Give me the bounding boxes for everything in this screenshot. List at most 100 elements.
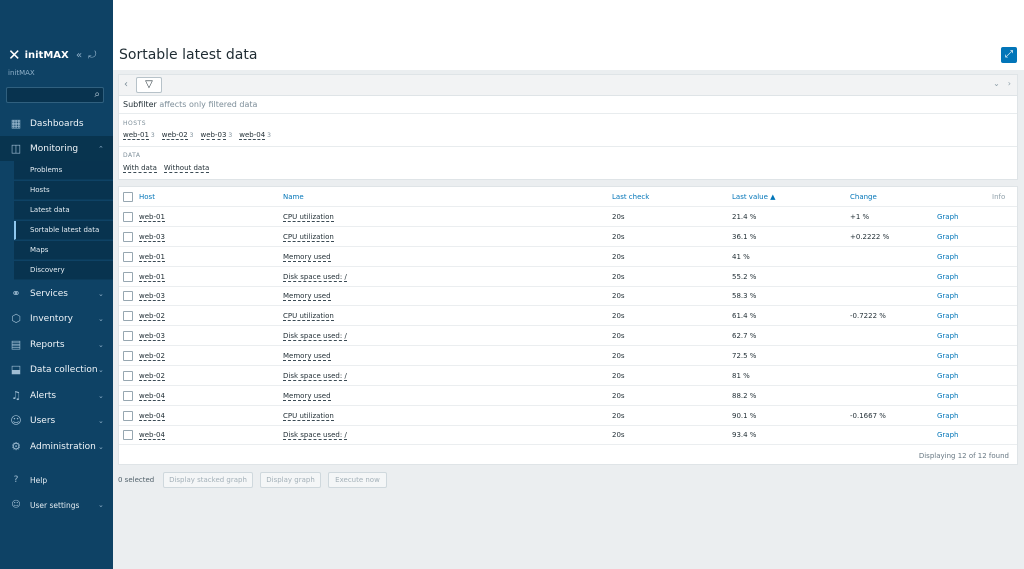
submenu-maps[interactable]: Maps [14, 241, 113, 260]
nav-dashboards[interactable]: ▦ Dashboards [0, 111, 113, 136]
subfilter-host-web-04[interactable]: web-04 3 [239, 131, 271, 140]
last-value-column-header[interactable]: Last value ▲ [732, 193, 776, 201]
last-check-column-header[interactable]: Last check [612, 193, 649, 201]
help-icon: ? [13, 475, 19, 485]
graph-link[interactable]: Graph [937, 392, 958, 400]
nav-user-settings[interactable]: ☺ User settings ⌄ [0, 496, 113, 514]
row-checkbox[interactable] [123, 390, 133, 401]
nav-users[interactable]: ☺ Users ⌄ [0, 408, 113, 433]
item-name-link[interactable]: Memory used [283, 253, 331, 262]
item-name-link[interactable]: Memory used [283, 292, 331, 302]
subfilter-data-with-data[interactable]: With data [123, 164, 157, 173]
execute-now-button[interactable]: Execute now [328, 472, 387, 488]
next-tab-icon[interactable]: › [1008, 79, 1011, 88]
host-link[interactable]: web-02 [139, 352, 165, 361]
subfilter-host-web-03[interactable]: web-03 3 [200, 131, 232, 140]
host-link[interactable]: web-04 [139, 392, 165, 401]
item-name-link[interactable]: CPU utilization [283, 213, 334, 222]
submenu-problems[interactable]: Problems [14, 161, 113, 180]
graph-link[interactable]: Graph [937, 253, 958, 261]
item-name-link[interactable]: Disk space used: / [283, 372, 347, 381]
nav-inventory[interactable]: ⬡ Inventory ⌄ [0, 306, 113, 331]
graph-link[interactable]: Graph [937, 273, 958, 281]
table-row: web-02 Disk space used: / 20s 81 % Graph [119, 366, 1017, 386]
graph-link[interactable]: Graph [937, 352, 958, 360]
graph-link[interactable]: Graph [937, 292, 958, 300]
host-link[interactable]: web-03 [139, 233, 165, 242]
graph-link[interactable]: Graph [937, 412, 958, 420]
item-name-link[interactable]: Disk space used: / [283, 273, 347, 282]
nav-label: Reports [30, 339, 65, 350]
host-link[interactable]: web-03 [139, 292, 165, 302]
row-checkbox[interactable] [123, 370, 133, 381]
host-link[interactable]: web-04 [139, 412, 165, 421]
chevron-down-icon[interactable]: ⌄ [993, 79, 1000, 88]
row-checkbox[interactable] [123, 251, 133, 262]
name-column-header[interactable]: Name [283, 193, 304, 201]
row-checkbox[interactable] [123, 311, 133, 322]
brand[interactable]: ✕ initMAX [8, 48, 69, 63]
item-name-link[interactable]: CPU utilization [283, 412, 334, 421]
row-checkbox[interactable] [123, 271, 133, 282]
sidebar-search-input[interactable]: ⌕ [6, 87, 104, 103]
nav-administration[interactable]: ⚙ Administration ⌄ [0, 434, 113, 459]
host-link[interactable]: web-01 [139, 273, 165, 282]
host-column-header[interactable]: Host [139, 193, 155, 201]
submenu-sortable-latest-data[interactable]: Sortable latest data [14, 221, 113, 240]
chevron-down-icon: ⌄ [98, 365, 104, 374]
subfilter-data-without-data[interactable]: Without data [163, 164, 210, 173]
row-checkbox[interactable] [123, 291, 133, 302]
row-checkbox[interactable] [123, 430, 133, 441]
graph-link[interactable]: Graph [937, 372, 958, 380]
item-name-link[interactable]: CPU utilization [283, 233, 334, 242]
item-name-link[interactable]: Memory used [283, 352, 331, 361]
nav-services[interactable]: ⚭ Services ⌄ [0, 281, 113, 306]
fullscreen-button[interactable]: ⤢ [1001, 47, 1017, 63]
subfilter-host-web-01[interactable]: web-01 3 [123, 131, 155, 140]
item-name-link[interactable]: Memory used [283, 392, 331, 401]
nav-monitoring[interactable]: ◫ Monitoring ⌃ [0, 136, 113, 161]
row-checkbox[interactable] [123, 331, 133, 342]
graph-link[interactable]: Graph [937, 312, 958, 320]
graph-link[interactable]: Graph [937, 233, 958, 241]
item-name-link[interactable]: CPU utilization [283, 312, 334, 322]
last-value-cell: 93.4 % [732, 431, 757, 440]
nav-label: User settings [30, 500, 80, 510]
nav-alerts[interactable]: ♫ Alerts ⌄ [0, 383, 113, 408]
subfilter-host-web-02[interactable]: web-02 3 [161, 131, 194, 140]
collapse-sidebar-icon[interactable]: « [76, 50, 82, 61]
host-link[interactable]: web-01 [139, 213, 165, 222]
item-name-link[interactable]: Disk space used: / [283, 332, 347, 342]
previous-tab-icon[interactable]: ‹ [124, 79, 128, 90]
display-stacked-graph-button[interactable]: Display stacked graph [163, 472, 253, 488]
host-link[interactable]: web-01 [139, 253, 165, 262]
graph-link[interactable]: Graph [937, 332, 958, 340]
search-icon[interactable]: ⌕ [94, 89, 100, 100]
display-graph-button[interactable]: Display graph [260, 472, 321, 488]
nav-reports[interactable]: ▤ Reports ⌄ [0, 332, 113, 357]
row-checkbox[interactable] [123, 350, 133, 361]
chevron-down-icon: ⌄ [98, 314, 104, 323]
graph-link[interactable]: Graph [937, 213, 958, 221]
change-column-header[interactable]: Change [850, 193, 877, 201]
select-all-checkbox[interactable] [123, 192, 133, 202]
users-icon: ☺ [10, 414, 22, 427]
host-link[interactable]: web-03 [139, 332, 165, 342]
graph-link[interactable]: Graph [937, 431, 958, 439]
host-link[interactable]: web-02 [139, 312, 165, 322]
host-link[interactable]: web-04 [139, 431, 165, 441]
kiosk-mode-icon[interactable]: ⤾ [88, 50, 96, 61]
item-name-link[interactable]: Disk space used: / [283, 431, 347, 441]
row-checkbox[interactable] [123, 410, 133, 421]
submenu-discovery[interactable]: Discovery [14, 261, 113, 280]
initmax-logo-icon: ✕ [8, 46, 21, 64]
submenu-hosts[interactable]: Hosts [14, 181, 113, 200]
host-link[interactable]: web-02 [139, 372, 165, 381]
nav-help[interactable]: ? Help [0, 471, 113, 489]
nav-data-collection[interactable]: ⬓ Data collection ⌄ [0, 357, 113, 382]
filter-tab[interactable]: ▽ [136, 77, 162, 93]
last-check-cell: 20s [612, 391, 625, 400]
row-checkbox[interactable] [123, 212, 133, 222]
submenu-latest-data[interactable]: Latest data [14, 201, 113, 220]
row-checkbox[interactable] [123, 231, 133, 242]
